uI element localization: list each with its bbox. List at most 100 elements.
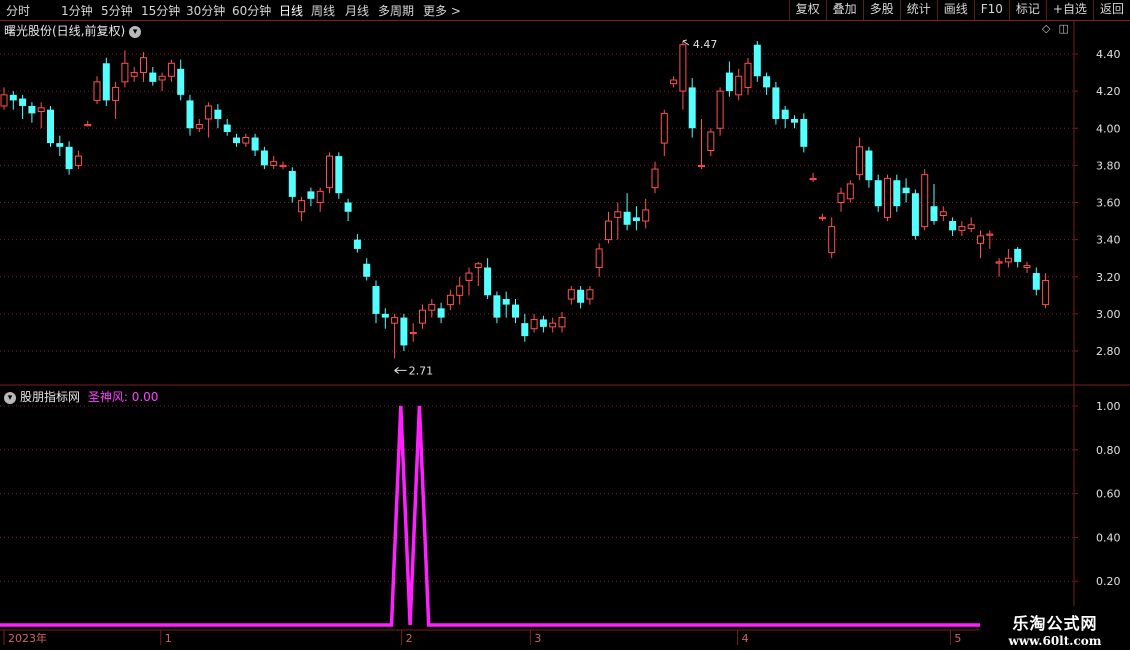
candle <box>251 133 259 157</box>
kline-chart[interactable]: 4.40 4.20 4.00 3.80 3.60 3.40 3.20 3.00 2.80 4.4… <box>0 0 1130 650</box>
candle <box>37 102 45 129</box>
candle <box>614 202 622 240</box>
price-tick-label: 4.40 <box>1096 48 1121 61</box>
candle <box>716 87 724 136</box>
indicator-tick-label: 0.40 <box>1096 531 1121 544</box>
watermark-url: www.60lt.com <box>1008 634 1102 648</box>
candle <box>335 152 343 199</box>
candle-body <box>205 105 213 120</box>
candle-body <box>381 313 389 318</box>
candle <box>818 213 826 222</box>
price-tick-label: 3.60 <box>1096 197 1121 210</box>
candle <box>288 167 296 203</box>
candle-body <box>186 100 194 129</box>
candle <box>967 217 975 233</box>
candle-body <box>874 180 882 207</box>
candle-body <box>949 221 957 231</box>
candle-body <box>512 304 519 318</box>
candle <box>549 317 557 333</box>
candle-body <box>484 267 492 296</box>
candle <box>428 299 436 318</box>
candle-body <box>614 211 622 218</box>
candle <box>149 66 157 86</box>
candle-body <box>456 285 464 296</box>
candle <box>465 267 473 296</box>
candle <box>800 113 808 153</box>
candle <box>725 61 733 97</box>
candle-body <box>660 112 668 144</box>
panel-toggle-icon[interactable]: ◫ <box>1058 22 1068 35</box>
candle <box>884 174 891 222</box>
candle-body <box>791 118 798 123</box>
candle-body <box>419 309 426 324</box>
candle <box>735 68 743 101</box>
candle-body <box>605 220 612 241</box>
candle-body <box>102 63 110 101</box>
candle-body <box>688 87 696 129</box>
candle-body <box>474 263 482 268</box>
candle-body <box>698 164 705 168</box>
candle-body <box>670 79 678 85</box>
candle-body <box>893 180 901 207</box>
candle <box>130 66 138 82</box>
candle <box>744 57 752 95</box>
indicator-line <box>0 405 1099 627</box>
candle <box>958 221 966 236</box>
candle <box>595 243 603 277</box>
indicator-series <box>0 405 1099 627</box>
candle-body <box>353 239 361 249</box>
candle-body <box>586 289 594 300</box>
candle-body <box>558 317 566 328</box>
diamond-icon[interactable]: ◇ <box>1042 22 1050 35</box>
candle-body <box>9 94 17 101</box>
price-tick-label: 3.00 <box>1096 308 1121 321</box>
candle-body <box>437 308 445 318</box>
candle-body <box>288 170 296 197</box>
candle <box>167 59 175 82</box>
candle <box>688 78 696 138</box>
indicator-header: ▾ 股朋指标网 圣神风: 0.00 <box>4 388 158 405</box>
indicator-tick-label: 0.20 <box>1096 575 1121 588</box>
candle <box>419 304 426 329</box>
chevron-down-icon[interactable]: ▾ <box>129 25 142 38</box>
candle-body <box>260 150 268 166</box>
candle <box>409 323 417 342</box>
candle <box>1042 273 1050 309</box>
candle <box>307 187 315 207</box>
candle <box>809 172 817 183</box>
candle <box>270 156 278 170</box>
candle <box>939 206 947 222</box>
watermark-title: 乐淘公式网 <box>1012 614 1098 633</box>
candle-body <box>539 319 547 327</box>
candle <box>642 198 650 229</box>
candle-body <box>716 90 724 129</box>
candle <box>660 109 668 157</box>
candle <box>102 57 110 106</box>
candle-body <box>772 87 780 119</box>
high-price-label: 4.47 <box>693 38 718 51</box>
candle-body <box>818 216 826 220</box>
candle-body <box>409 331 417 335</box>
date-tick-label: 1 <box>165 632 172 645</box>
candle-body <box>74 155 82 166</box>
chevron-down-icon[interactable]: ▾ <box>4 391 16 404</box>
candle-body <box>995 261 1003 264</box>
candle <box>772 81 780 125</box>
candle <box>93 76 101 105</box>
candle-body <box>326 155 333 189</box>
candle-body <box>577 289 585 303</box>
candle <box>214 104 222 129</box>
candle-body <box>372 286 380 314</box>
candle <box>930 183 938 225</box>
indicator-tick-label: 1.00 <box>1096 400 1121 413</box>
candle-body <box>298 200 306 213</box>
candle <box>344 198 352 222</box>
candle <box>1014 247 1022 268</box>
candle-body <box>0 94 8 107</box>
candle <box>902 178 910 203</box>
stock-title: 曙光股份(日线,前复权) <box>4 24 126 38</box>
candle-body <box>809 177 817 181</box>
candle <box>195 118 203 132</box>
candle-body <box>856 146 864 176</box>
candle <box>158 72 166 92</box>
